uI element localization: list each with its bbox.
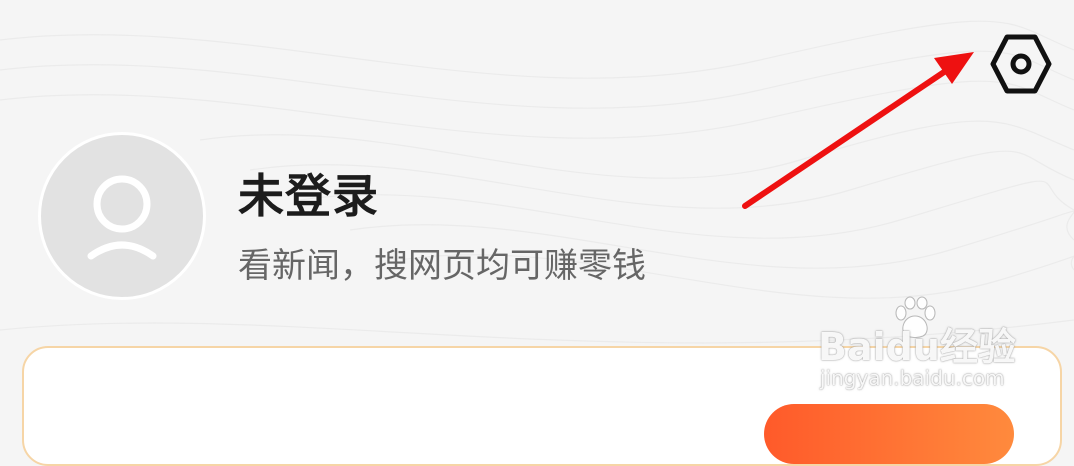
settings-button[interactable] (988, 30, 1054, 98)
watermark-brand: Baidu经验 (818, 325, 1016, 369)
avatar[interactable] (38, 132, 206, 300)
baidu-jingyan-watermark: Baidu经验 jingyan.baidu.com (818, 296, 1028, 400)
watermark-url: jingyan.baidu.com (820, 366, 1005, 390)
login-subtitle: 看新闻，搜网页均可赚零钱 (238, 246, 646, 286)
user-icon (87, 175, 157, 260)
login-status-title[interactable]: 未登录 (238, 160, 379, 226)
card-action-button[interactable] (764, 404, 1014, 464)
gear-icon (990, 34, 1052, 94)
